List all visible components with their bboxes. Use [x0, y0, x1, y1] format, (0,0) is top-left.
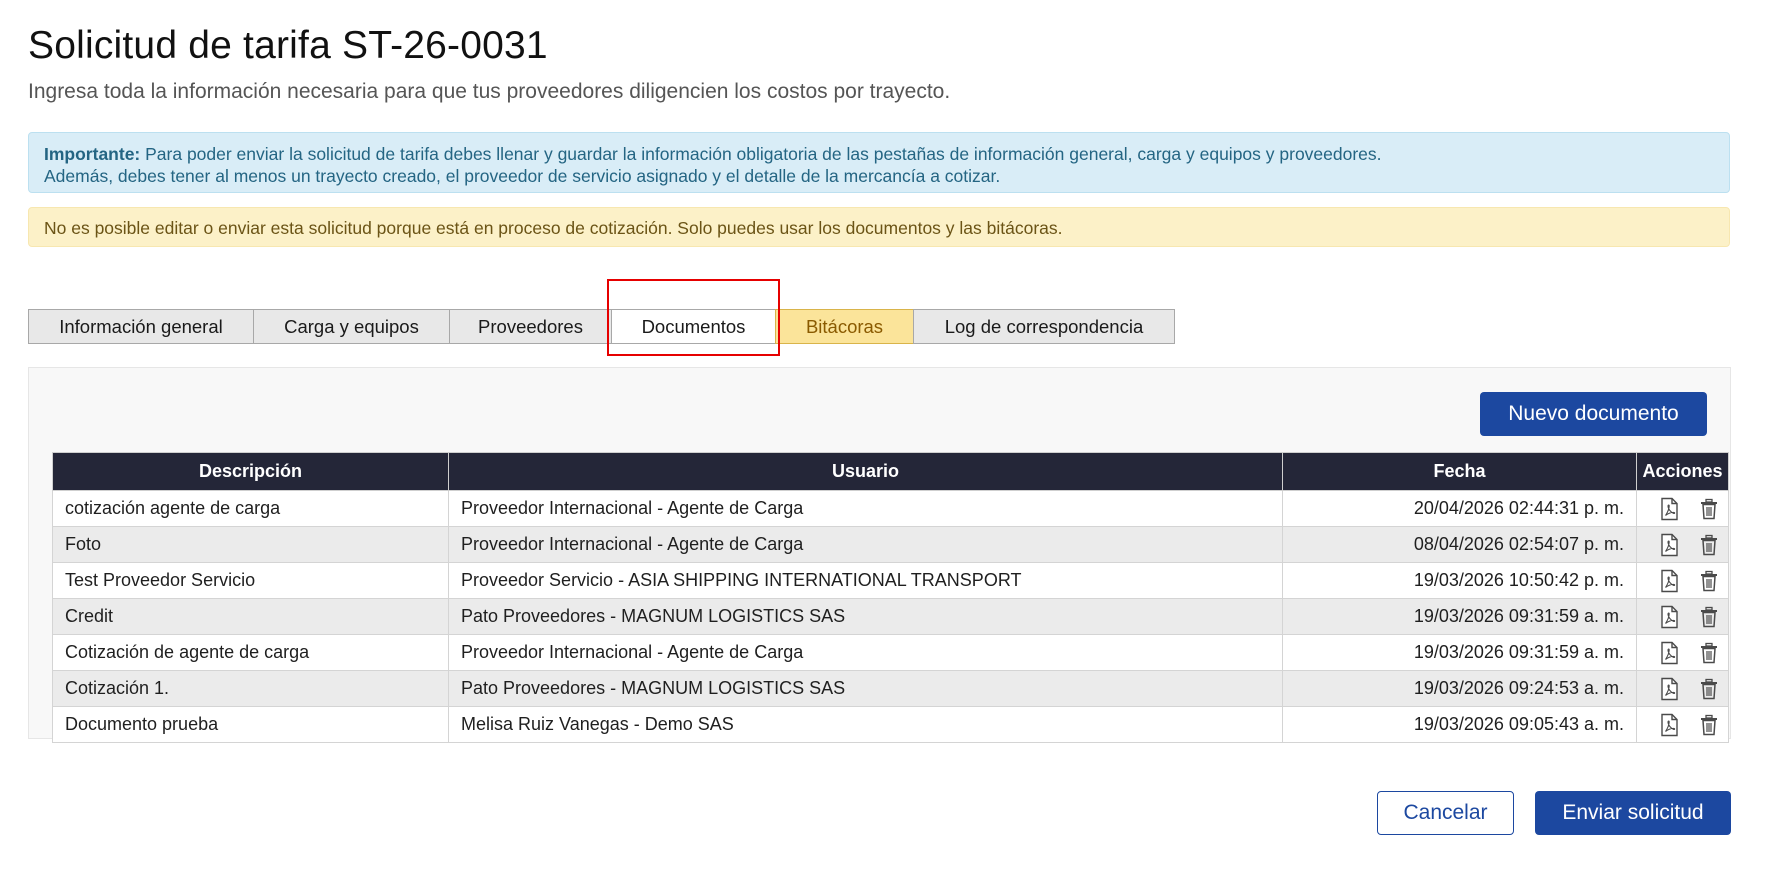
trash-icon[interactable]: [1698, 713, 1720, 737]
table-row: Credit Pato Proveedores - MAGNUM LOGISTIC…: [52, 598, 1729, 635]
pdf-icon[interactable]: [1658, 713, 1680, 737]
info-alert-line2: Además, debes tener al menos un trayecto…: [44, 166, 1001, 186]
cell-acciones: [1636, 562, 1729, 599]
pdf-icon[interactable]: [1658, 641, 1680, 665]
cell-fecha: 19/03/2026 09:24:53 a. m.: [1282, 670, 1637, 707]
table-row: Test Proveedor Servicio Proveedor Servici…: [52, 562, 1729, 599]
warning-alert: No es posible editar o enviar esta solic…: [28, 207, 1730, 247]
tab-log-de-correspondencia[interactable]: Log de correspondencia: [913, 309, 1175, 344]
trash-icon[interactable]: [1698, 641, 1720, 665]
pdf-icon[interactable]: [1658, 605, 1680, 629]
cell-usuario: Proveedor Internacional - Agente de Carg…: [448, 490, 1283, 527]
cell-descripcion: Credit: [52, 598, 449, 635]
info-alert-text: Para poder enviar la solicitud de tarifa…: [140, 144, 1382, 164]
pdf-icon[interactable]: [1658, 677, 1680, 701]
cell-descripcion: Test Proveedor Servicio: [52, 562, 449, 599]
cell-acciones: [1636, 670, 1729, 707]
table-row: Documento prueba Melisa Ruiz Vanegas - De…: [52, 706, 1729, 743]
tab-informacion-general[interactable]: Información general: [28, 309, 254, 344]
cell-usuario: Pato Proveedores - MAGNUM LOGISTICS SAS: [448, 598, 1283, 635]
tab-bar: Información general Carga y equipos Prov…: [28, 309, 1175, 344]
cell-fecha: 20/04/2026 02:44:31 p. m.: [1282, 490, 1637, 527]
trash-icon[interactable]: [1698, 497, 1720, 521]
cell-descripcion: Cotización 1.: [52, 670, 449, 707]
table-row: Cotización 1. Pato Proveedores - MAGNUM L…: [52, 670, 1729, 707]
cell-acciones: [1636, 526, 1729, 563]
cell-fecha: 19/03/2026 10:50:42 p. m.: [1282, 562, 1637, 599]
column-header-fecha[interactable]: Fecha: [1282, 452, 1637, 491]
info-alert-label: Importante:: [44, 144, 141, 164]
tab-bitacoras[interactable]: Bitácoras: [775, 309, 914, 344]
tab-proveedores[interactable]: Proveedores: [449, 309, 612, 344]
cell-fecha: 08/04/2026 02:54:07 p. m.: [1282, 526, 1637, 563]
cell-fecha: 19/03/2026 09:31:59 a. m.: [1282, 634, 1637, 671]
info-alert: Importante: Para poder enviar la solicit…: [28, 132, 1730, 193]
cell-descripcion: cotización agente de carga: [52, 490, 449, 527]
info-alert-line1: Importante: Para poder enviar la solicit…: [44, 143, 1714, 165]
pdf-icon[interactable]: [1658, 569, 1680, 593]
cell-descripcion: Cotización de agente de carga: [52, 634, 449, 671]
send-request-button[interactable]: Enviar solicitud: [1535, 791, 1731, 835]
cell-usuario: Melisa Ruiz Vanegas - Demo SAS: [448, 706, 1283, 743]
cell-usuario: Proveedor Internacional - Agente de Carg…: [448, 634, 1283, 671]
trash-icon[interactable]: [1698, 677, 1720, 701]
column-header-usuario[interactable]: Usuario: [448, 452, 1283, 491]
cell-acciones: [1636, 598, 1729, 635]
table-row: Foto Proveedor Internacional - Agente de …: [52, 526, 1729, 563]
column-header-descripcion[interactable]: Descripción: [52, 452, 449, 491]
new-document-button[interactable]: Nuevo documento: [1480, 392, 1707, 436]
cell-acciones: [1636, 706, 1729, 743]
cell-fecha: 19/03/2026 09:05:43 a. m.: [1282, 706, 1637, 743]
trash-icon[interactable]: [1698, 569, 1720, 593]
cell-usuario: Pato Proveedores - MAGNUM LOGISTICS SAS: [448, 670, 1283, 707]
cell-usuario: Proveedor Servicio - ASIA SHIPPING INTER…: [448, 562, 1283, 599]
pdf-icon[interactable]: [1658, 533, 1680, 557]
cell-acciones: [1636, 634, 1729, 671]
page-subtitle: Ingresa toda la información necesaria pa…: [28, 80, 951, 103]
cell-descripcion: Foto: [52, 526, 449, 563]
cell-fecha: 19/03/2026 09:31:59 a. m.: [1282, 598, 1637, 635]
cell-descripcion: Documento prueba: [52, 706, 449, 743]
cell-usuario: Proveedor Internacional - Agente de Carg…: [448, 526, 1283, 563]
page-title: Solicitud de tarifa ST-26-0031: [28, 24, 548, 67]
trash-icon[interactable]: [1698, 605, 1720, 629]
documents-table: Descripción Usuario Fecha Acciones cotiz…: [52, 452, 1729, 743]
cancel-button[interactable]: Cancelar: [1377, 791, 1514, 835]
tab-carga-y-equipos[interactable]: Carga y equipos: [253, 309, 450, 344]
cell-acciones: [1636, 490, 1729, 527]
table-header-row: Descripción Usuario Fecha Acciones: [52, 452, 1729, 491]
table-row: cotización agente de carga Proveedor Inte…: [52, 490, 1729, 527]
documents-table-body: cotización agente de carga Proveedor Inte…: [52, 490, 1729, 743]
pdf-icon[interactable]: [1658, 497, 1680, 521]
table-row: Cotización de agente de carga Proveedor I…: [52, 634, 1729, 671]
trash-icon[interactable]: [1698, 533, 1720, 557]
column-header-acciones: Acciones: [1636, 452, 1729, 491]
tab-documentos[interactable]: Documentos: [611, 309, 776, 344]
